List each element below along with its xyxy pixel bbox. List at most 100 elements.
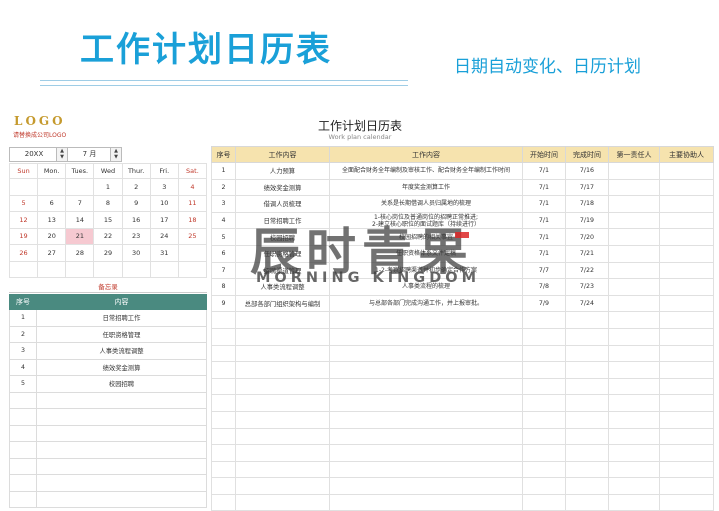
calendar-day[interactable]: 16 bbox=[121, 211, 151, 229]
memo-header-content: 内容 bbox=[36, 294, 207, 310]
memo-cell-content: 绩效奖金测算 bbox=[36, 358, 207, 376]
plan-cell-detail bbox=[329, 427, 523, 446]
calendar-day[interactable]: 3 bbox=[149, 178, 179, 196]
plan-cell-detail: 与总部各部门完成沟通工作，并上报审批。 bbox=[329, 294, 523, 313]
plan-cell-end bbox=[565, 361, 609, 379]
memo-row: 5 校园招聘 bbox=[9, 375, 207, 393]
calendar-day[interactable]: 4 bbox=[177, 178, 208, 196]
calendar-day[interactable]: 19 bbox=[8, 227, 39, 245]
plan-cell-item bbox=[235, 377, 330, 396]
plan-cell-no: 9 bbox=[211, 294, 236, 313]
plan-cell-no bbox=[211, 410, 236, 429]
calendar-day[interactable]: 18 bbox=[177, 211, 208, 229]
chevron-down-icon[interactable]: ▼ bbox=[111, 154, 121, 160]
month-stepper[interactable]: ▲ ▼ bbox=[110, 147, 122, 162]
chevron-down-icon[interactable]: ▼ bbox=[57, 154, 67, 160]
calendar-day[interactable]: 21 bbox=[65, 227, 95, 245]
calendar-day[interactable]: 24 bbox=[149, 227, 179, 245]
plan-detail-line: 全面配合财务全年编制及审核工作、配合财务全年编制工作时间 bbox=[341, 167, 510, 175]
month-selector[interactable]: 7 月 bbox=[67, 147, 112, 162]
plan-cell-assistant bbox=[659, 261, 714, 280]
plan-row bbox=[211, 361, 714, 379]
memo-cell-no bbox=[9, 457, 37, 475]
plan-cell-start: 7/9 bbox=[522, 294, 566, 313]
calendar-day[interactable]: 15 bbox=[93, 211, 123, 229]
plan-cell-no bbox=[211, 344, 236, 363]
plan-cell-item: 任职资格管理 bbox=[235, 244, 330, 263]
calendar-day bbox=[93, 260, 123, 278]
plan-cell-no bbox=[211, 327, 236, 346]
year-selector[interactable]: 20XX bbox=[9, 147, 59, 162]
calendar-day[interactable]: 23 bbox=[121, 227, 151, 245]
plan-cell-no bbox=[211, 444, 236, 462]
calendar-day[interactable]: 2 bbox=[121, 178, 151, 196]
plan-cell-owner bbox=[608, 361, 660, 379]
calendar-day[interactable]: 30 bbox=[121, 244, 151, 262]
title-divider-bottom bbox=[40, 85, 408, 86]
calendar-day[interactable]: 28 bbox=[65, 244, 95, 262]
plan-header-no: 序号 bbox=[211, 146, 236, 163]
plan-cell-end: 7/17 bbox=[565, 178, 609, 197]
memo-cell-no bbox=[9, 424, 37, 442]
plan-table: 序号 工作内容 工作内容 开始时间 完成时间 第一责任人 主要协助人 1 人力预算… bbox=[211, 146, 714, 511]
calendar-day[interactable]: 8 bbox=[93, 194, 123, 212]
calendar-day[interactable]: 29 bbox=[93, 244, 123, 262]
plan-cell-assistant bbox=[659, 361, 714, 379]
memo-table: 序号 内容 1 日常招聘工作 2 任职资格管理 3 人事类流程调整 4 绩效奖金测算 5 校园招聘 bbox=[9, 294, 207, 508]
plan-cell-item: 校园招聘 bbox=[235, 228, 330, 246]
plan-cell-no bbox=[211, 477, 236, 495]
calendar-day[interactable]: 10 bbox=[149, 194, 179, 212]
plan-cell-assistant bbox=[659, 294, 714, 313]
calendar-day bbox=[37, 178, 67, 196]
plan-cell-no: 4 bbox=[211, 211, 236, 230]
calendar-day[interactable]: 9 bbox=[121, 194, 151, 212]
calendar-day[interactable]: 22 bbox=[93, 227, 123, 245]
plan-cell-item: 日常招聘工作 bbox=[235, 211, 330, 230]
weekday-label: Fri. bbox=[149, 163, 179, 179]
calendar-day[interactable]: 12 bbox=[8, 211, 39, 229]
calendar-day[interactable]: 27 bbox=[37, 244, 67, 262]
calendar-day[interactable]: 7 bbox=[65, 194, 95, 212]
plan-cell-start bbox=[522, 361, 566, 379]
calendar-day[interactable]: 25 bbox=[177, 227, 208, 245]
plan-cell-owner bbox=[608, 493, 660, 511]
calendar-day[interactable]: 11 bbox=[177, 194, 208, 212]
memo-cell-content: 日常招聘工作 bbox=[36, 309, 207, 327]
plan-cell-end bbox=[565, 444, 609, 462]
plan-cell-no: 3 bbox=[211, 195, 236, 213]
calendar-day[interactable]: 20 bbox=[37, 227, 67, 245]
plan-cell-start: 7/1 bbox=[522, 178, 566, 197]
plan-cell-end bbox=[565, 311, 609, 329]
weekday-label: Thur. bbox=[121, 163, 151, 179]
calendar-day[interactable]: 26 bbox=[8, 244, 39, 262]
plan-cell-owner bbox=[608, 228, 660, 246]
plan-detail-line: 2-建立核心职位的面试题库（持续进行） bbox=[372, 220, 480, 228]
calendar-day bbox=[65, 178, 95, 196]
plan-cell-owner bbox=[608, 195, 660, 213]
plan-row: 2 绩效奖金测算 年度奖金测算工作 7/1 7/17 bbox=[211, 178, 714, 197]
calendar-day[interactable]: 1 bbox=[93, 178, 123, 196]
calendar-day[interactable]: 13 bbox=[37, 211, 67, 229]
plan-cell-assistant bbox=[659, 493, 714, 511]
memo-cell-no: 2 bbox=[9, 325, 37, 343]
plan-cell-start bbox=[522, 410, 566, 429]
calendar-day[interactable]: 5 bbox=[8, 194, 39, 212]
calendar-subtitle: Work plan calendar bbox=[328, 133, 392, 141]
plan-cell-start: 7/1 bbox=[522, 228, 566, 246]
calendar-day bbox=[149, 260, 179, 278]
plan-cell-detail bbox=[329, 327, 523, 346]
plan-cell-owner bbox=[608, 444, 660, 462]
plan-cell-assistant bbox=[659, 178, 714, 197]
plan-cell-detail bbox=[329, 410, 523, 429]
plan-cell-start bbox=[522, 427, 566, 446]
plan-cell-assistant bbox=[659, 228, 714, 246]
plan-cell-end bbox=[565, 394, 609, 412]
plan-cell-assistant bbox=[659, 278, 714, 296]
plan-cell-assistant bbox=[659, 444, 714, 462]
calendar-day[interactable]: 6 bbox=[37, 194, 67, 212]
calendar-day[interactable]: 31 bbox=[149, 244, 179, 262]
calendar-day[interactable]: 17 bbox=[149, 211, 179, 229]
calendar-week-row: 12 13 14 15 16 17 18 bbox=[8, 211, 208, 229]
plan-cell-item bbox=[235, 410, 330, 429]
calendar-day[interactable]: 14 bbox=[65, 211, 95, 229]
